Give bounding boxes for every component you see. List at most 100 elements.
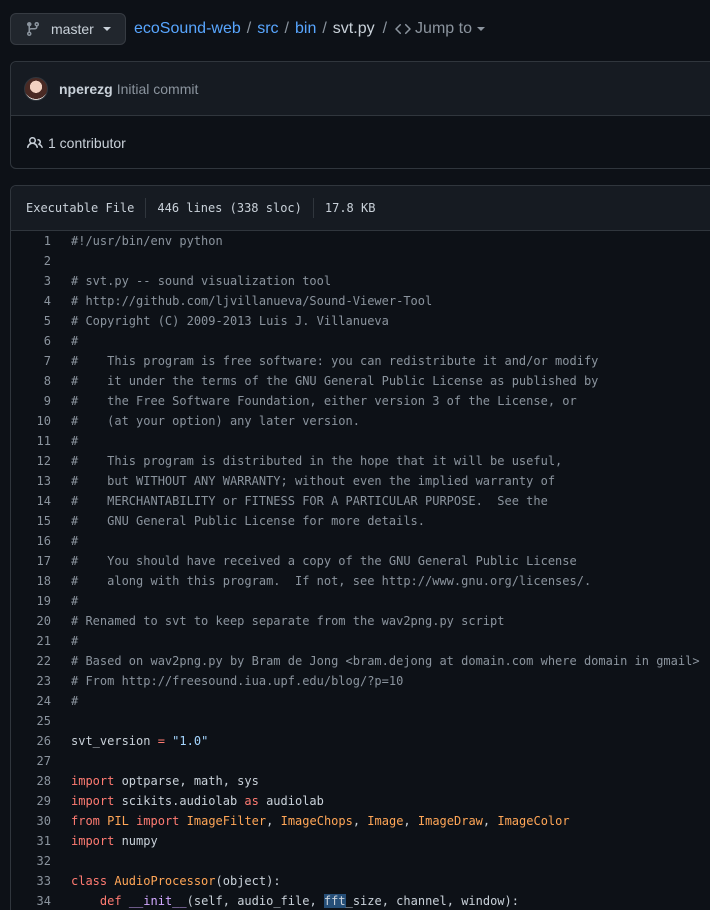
code-text: # (71, 694, 79, 708)
line-number[interactable]: 26 (11, 734, 51, 748)
code-text: # From http://freesound.iua.upf.edu/blog… (71, 674, 404, 688)
line-number[interactable]: 21 (11, 634, 51, 648)
line-number[interactable]: 16 (11, 534, 51, 548)
jump-to-label: Jump to (415, 20, 472, 37)
line-number[interactable]: 4 (11, 294, 51, 308)
latest-commit: nperezg Initial commit (11, 62, 710, 116)
code-text: import numpy (71, 834, 158, 848)
code-line: 16 # (11, 531, 710, 551)
line-number[interactable]: 9 (11, 394, 51, 408)
code-text: # Copyright (C) 2009-2013 Luis J. Villan… (71, 314, 389, 328)
code-line: 14 # MERCHANTABILITY or FITNESS FOR A PAR… (11, 491, 710, 511)
code-text: # MERCHANTABILITY or FITNESS FOR A PARTI… (71, 494, 548, 508)
commit-message[interactable]: Initial commit (117, 81, 199, 97)
breadcrumb-separator: / (246, 20, 252, 37)
line-number[interactable]: 30 (11, 814, 51, 828)
jump-to-menu[interactable]: Jump to (393, 20, 485, 38)
code-line: 12 # This program is distributed in the h… (11, 451, 710, 471)
line-number[interactable]: 27 (11, 754, 51, 768)
code-text: # (71, 634, 79, 648)
line-number[interactable]: 12 (11, 454, 51, 468)
code-line: 13 # but WITHOUT ANY WARRANTY; without ev… (11, 471, 710, 491)
code-line: 10 # (at your option) any later version. (11, 411, 710, 431)
line-number[interactable]: 22 (11, 654, 51, 668)
code-line: 32 (11, 851, 710, 871)
line-number[interactable]: 1 (11, 234, 51, 248)
line-number[interactable]: 8 (11, 374, 51, 388)
code-text: # GNU General Public License for more de… (71, 514, 426, 528)
line-number[interactable]: 18 (11, 574, 51, 588)
line-number[interactable]: 7 (11, 354, 51, 368)
code-line: 17 # You should have received a copy of t… (11, 551, 710, 571)
line-number[interactable]: 34 (11, 894, 51, 908)
code-text: # it under the terms of the GNU General … (71, 374, 599, 388)
code-text: from PIL import ImageFilter, ImageChops,… (71, 814, 570, 828)
line-number[interactable]: 11 (11, 434, 51, 448)
breadcrumb-repo-link[interactable]: ecoSound-web (134, 20, 241, 38)
line-number[interactable]: 28 (11, 774, 51, 788)
code-text: # (71, 434, 79, 448)
code-line: 5 # Copyright (C) 2009-2013 Luis J. Villa… (11, 311, 710, 331)
line-number[interactable]: 33 (11, 874, 51, 888)
code-text: # (71, 594, 79, 608)
code-text: import scikits.audiolab as audiolab (71, 794, 324, 808)
file-size: 17.8 KB (324, 201, 376, 215)
divider (145, 198, 147, 218)
avatar[interactable] (24, 76, 48, 101)
line-number[interactable]: 6 (11, 334, 51, 348)
code-icon (395, 21, 411, 37)
line-number[interactable]: 19 (11, 594, 51, 608)
line-number[interactable]: 2 (11, 254, 51, 268)
breadcrumb-bin-link[interactable]: bin (295, 20, 316, 38)
code-text: import optparse, math, sys (71, 774, 259, 788)
line-number[interactable]: 14 (11, 494, 51, 508)
code-text: # but WITHOUT ANY WARRANTY; without even… (71, 474, 556, 488)
code-text: def __init__(self, audio_file, fft_size,… (99, 894, 519, 908)
line-number[interactable]: 29 (11, 794, 51, 808)
chevron-down-icon (476, 27, 485, 31)
code-listing[interactable]: 1 #!/usr/bin/env python 2 3 # svt.py -- soun… (11, 231, 710, 910)
contributors[interactable]: 1 contributor (11, 116, 710, 169)
line-number[interactable]: 17 (11, 554, 51, 568)
code-text: # http://github.com/ljvillanueva/Sound-V… (71, 294, 433, 308)
code-line: 6 # (11, 331, 710, 351)
code-line: 19 # (11, 591, 710, 611)
line-number[interactable]: 15 (11, 514, 51, 528)
code-line: 15 # GNU General Public License for more … (11, 511, 710, 531)
code-line: 26 svt_version = "1.0" (11, 731, 710, 751)
code-text: # Renamed to svt to keep separate from t… (71, 614, 505, 628)
code-text: svt_version = "1.0" (71, 734, 209, 748)
latest-commit-box: nperezg Initial commit 1 contributor (10, 61, 710, 169)
code-text: # (at your option) any later version. (71, 414, 360, 428)
line-number[interactable]: 10 (11, 414, 51, 428)
code-line: 34 def __init__(self, audio_file, fft_si… (11, 891, 710, 910)
line-number[interactable]: 5 (11, 314, 51, 328)
breadcrumb-file-name: svt.py (332, 20, 375, 37)
code-line: 9 # the Free Software Foundation, either … (11, 391, 710, 411)
code-line: 7 # This program is free software: you ca… (11, 351, 710, 371)
code-line: 3 # svt.py -- sound visualization tool (11, 271, 710, 291)
line-number[interactable]: 31 (11, 834, 51, 848)
code-line: 25 (11, 711, 710, 731)
line-number[interactable]: 23 (11, 674, 51, 688)
code-line: 24 # (11, 691, 710, 711)
line-number[interactable]: 32 (11, 854, 51, 868)
commit-author[interactable]: nperezg (59, 81, 113, 97)
breadcrumb: ecoSound-web / src / bin / svt.py / (134, 20, 387, 38)
code-text: # (71, 534, 79, 548)
branch-select-button[interactable]: master (10, 13, 126, 45)
code-line: 18 # along with this program. If not, see… (11, 571, 710, 591)
line-number[interactable]: 13 (11, 474, 51, 488)
code-line: 8 # it under the terms of the GNU General… (11, 371, 710, 391)
line-number[interactable]: 20 (11, 614, 51, 628)
code-text: class AudioProcessor(object): (71, 874, 281, 888)
contributors-label: 1 contributor (48, 134, 126, 151)
code-text: # (71, 334, 79, 348)
line-number[interactable]: 25 (11, 714, 51, 728)
code-text: # This program is distributed in the hop… (71, 454, 563, 468)
line-number[interactable]: 24 (11, 694, 51, 708)
file-info-bar: Executable File 446 lines (338 sloc) 17.… (11, 186, 710, 231)
breadcrumb-src-link[interactable]: src (257, 20, 278, 38)
line-number[interactable]: 3 (11, 274, 51, 288)
code-text: # svt.py -- sound visualization tool (71, 274, 332, 288)
